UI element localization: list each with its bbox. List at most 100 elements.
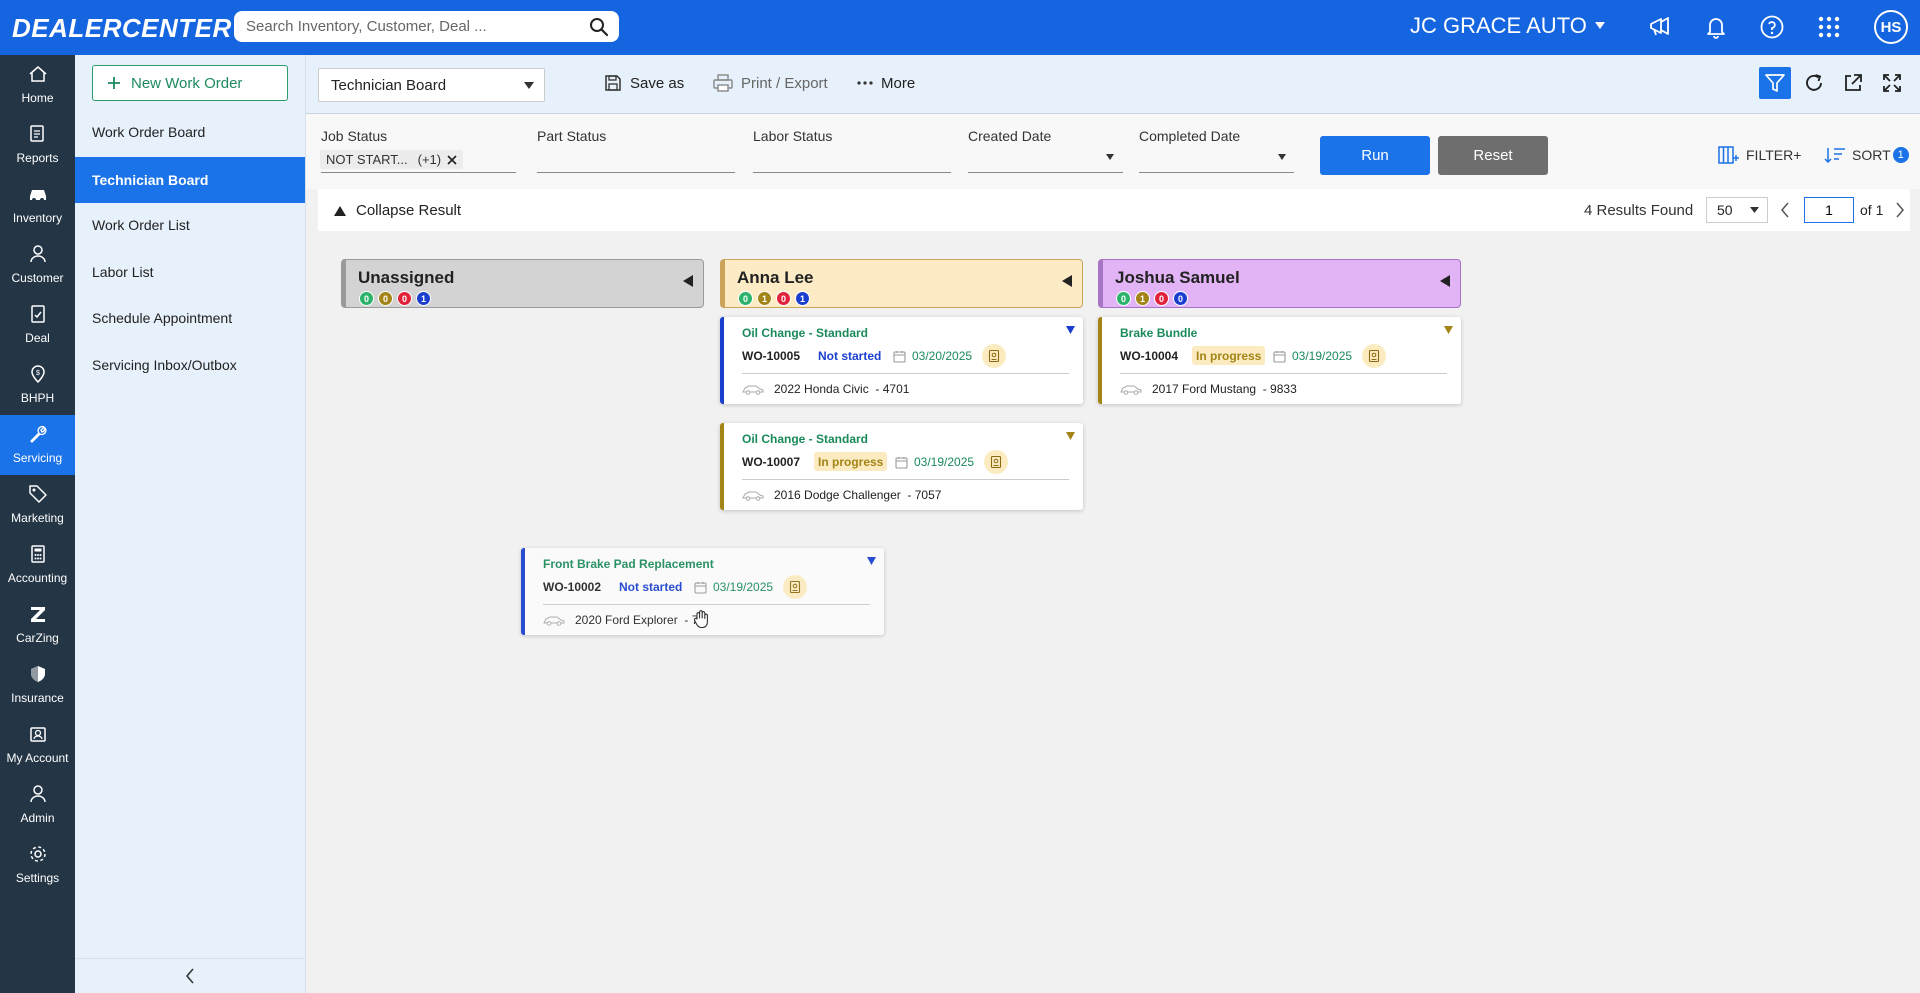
collapse-column-icon[interactable] [1062, 275, 1072, 287]
caret-down-icon[interactable] [1106, 154, 1114, 160]
caret-down-icon[interactable] [1278, 154, 1286, 160]
work-order-card[interactable]: Oil Change - Standard WO-10007 In progre… [720, 423, 1083, 510]
rail-label: My Account [6, 751, 69, 765]
fullscreen-button[interactable] [1876, 67, 1908, 99]
count-badge: 1 [757, 291, 772, 306]
collapse-result-button[interactable]: Collapse Result [334, 202, 461, 219]
subnav-item-work-order-list[interactable]: Work Order List [75, 202, 305, 248]
rail-item-insurance[interactable]: Insurance [0, 655, 75, 715]
chevron-right-icon[interactable] [1895, 201, 1905, 219]
rail-item-settings[interactable]: Settings [0, 835, 75, 895]
card-divider [742, 373, 1069, 374]
subnav-item-schedule-appointment[interactable]: Schedule Appointment [75, 295, 305, 341]
filter-plus-button[interactable]: FILTER+ [1718, 146, 1801, 164]
labor-status-field[interactable] [753, 172, 951, 173]
column-header-joshua-samuel[interactable]: Joshua Samuel 0 1 0 0 [1098, 259, 1461, 308]
external-link-icon [1842, 72, 1864, 94]
megaphone-icon[interactable] [1647, 14, 1673, 40]
column-header-anna-lee[interactable]: Anna Lee 0 1 0 1 [720, 259, 1083, 308]
work-order-card[interactable]: Oil Change - Standard WO-10005 Not start… [720, 317, 1083, 404]
rail-item-accounting[interactable]: Accounting [0, 535, 75, 595]
bhph-icon: $ [28, 364, 48, 384]
new-work-order-button[interactable]: New Work Order [92, 65, 288, 101]
work-order-card-dragging[interactable]: Front Brake Pad Replacement WO-10002 Not… [521, 548, 884, 635]
column-status-counts: 0 1 0 0 [1116, 291, 1188, 306]
bell-icon[interactable] [1703, 14, 1729, 40]
per-page-select[interactable]: 50 [1706, 197, 1768, 223]
column-header-unassigned[interactable]: Unassigned 0 0 0 1 [341, 259, 704, 308]
print-export-button[interactable]: Print / Export [713, 74, 828, 92]
part-status-field[interactable] [537, 172, 735, 173]
card-menu-icon[interactable] [1444, 326, 1453, 334]
collapse-column-icon[interactable] [1440, 275, 1450, 287]
completed-date-field[interactable] [1139, 172, 1294, 173]
notes-icon[interactable] [783, 575, 807, 599]
count-badge: 0 [359, 291, 374, 306]
card-date-text: 03/19/2025 [1292, 349, 1353, 363]
save-as-button[interactable]: Save as [604, 74, 684, 92]
filter-toggle-button[interactable] [1759, 67, 1791, 99]
chevron-left-icon[interactable] [1780, 201, 1790, 219]
rail-item-my-account[interactable]: My Account [0, 715, 75, 775]
admin-icon [28, 784, 48, 804]
count-badge: 0 [378, 291, 393, 306]
card-divider [742, 479, 1069, 480]
rail-item-marketing[interactable]: Marketing [0, 475, 75, 535]
refresh-button[interactable] [1798, 67, 1830, 99]
notes-icon[interactable] [982, 344, 1006, 368]
card-menu-icon[interactable] [867, 557, 876, 565]
collapse-column-icon[interactable] [683, 275, 693, 287]
card-vehicle-text: 2016 Dodge Challenger - 7057 [774, 488, 942, 502]
close-icon[interactable] [447, 154, 457, 165]
user-avatar[interactable]: HS [1874, 10, 1908, 44]
dealercenter-logo[interactable]: DEALERCENTER [12, 13, 232, 44]
work-order-card[interactable]: Brake Bundle WO-10004 In progress 03/19/… [1098, 317, 1461, 404]
reset-button[interactable]: Reset [1438, 136, 1548, 175]
car-outline-icon [543, 615, 565, 626]
open-new-window-button[interactable] [1837, 67, 1869, 99]
subnav-item-work-order-board[interactable]: Work Order Board [75, 109, 305, 155]
shield-icon [28, 664, 48, 684]
notes-icon[interactable] [984, 450, 1008, 474]
rail-item-bhph[interactable]: $ BHPH [0, 355, 75, 415]
run-button[interactable]: Run [1320, 136, 1430, 175]
card-menu-icon[interactable] [1066, 326, 1075, 334]
card-vehicle-text: 2022 Honda Civic - 4701 [774, 382, 910, 396]
help-icon[interactable] [1759, 14, 1785, 40]
rail-item-customer[interactable]: Customer [0, 235, 75, 295]
global-search [234, 11, 619, 42]
car-icon [28, 184, 48, 204]
rail-item-admin[interactable]: Admin [0, 775, 75, 835]
dealer-selector[interactable]: JC GRACE AUTO [1410, 13, 1605, 39]
subnav-item-labor-list[interactable]: Labor List [75, 249, 305, 295]
subnav-item-servicing-inbox-outbox[interactable]: Servicing Inbox/Outbox [75, 342, 305, 388]
created-date-field[interactable] [968, 172, 1123, 173]
count-badge: 0 [776, 291, 791, 306]
search-icon[interactable] [589, 17, 609, 37]
job-status-chip[interactable]: NOT START... (+1) [320, 150, 464, 169]
job-status-chip-more: (+1) [417, 152, 442, 167]
rail-item-deal[interactable]: Deal [0, 295, 75, 355]
rail-item-home[interactable]: Home [0, 55, 75, 115]
more-button[interactable]: More [857, 74, 915, 92]
board-select[interactable]: Technician Board [318, 68, 545, 102]
card-menu-icon[interactable] [1066, 432, 1075, 440]
work-order-number: WO-10002 [543, 580, 602, 594]
subnav-item-technician-board[interactable]: Technician Board [75, 157, 305, 203]
search-input[interactable] [246, 11, 576, 42]
notes-icon[interactable] [1362, 344, 1386, 368]
collapse-nav-button[interactable] [75, 958, 305, 993]
calendar-icon [893, 350, 906, 363]
rail-item-carzing[interactable]: CarZing [0, 595, 75, 655]
job-status-field[interactable] [321, 172, 516, 173]
rail-item-servicing[interactable]: Servicing [0, 415, 75, 475]
job-status-label: Job Status [321, 128, 388, 144]
card-date: 03/20/2025 [893, 349, 972, 363]
rail-item-inventory[interactable]: Inventory [0, 175, 75, 235]
page-number-input[interactable] [1804, 197, 1854, 223]
rail-label: Insurance [11, 691, 64, 705]
rail-item-reports[interactable]: Reports [0, 115, 75, 175]
rail-label: Accounting [7, 571, 68, 585]
apps-grid-icon[interactable] [1816, 14, 1842, 40]
sort-button[interactable]: SORT 1 [1824, 146, 1909, 164]
